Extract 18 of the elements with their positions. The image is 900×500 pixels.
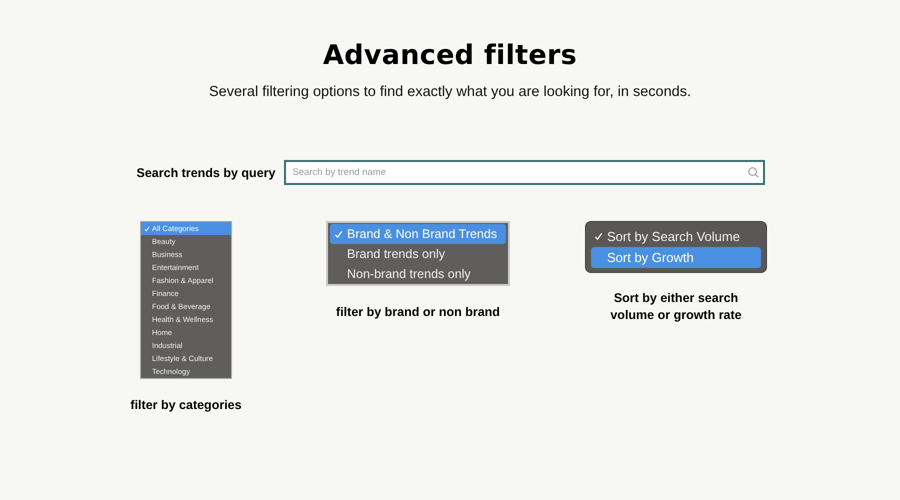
menu-item[interactable]: Sort by Growth bbox=[591, 247, 761, 268]
item-label: Sort by Search Volume bbox=[607, 229, 740, 244]
page-title: Advanced filters bbox=[323, 39, 577, 73]
menu-item[interactable]: Brand & Non Brand Trends bbox=[330, 224, 506, 244]
menu-item[interactable]: Sort by Search Volume bbox=[591, 226, 761, 247]
menu-item[interactable]: Brand trends only bbox=[330, 244, 506, 264]
search-icon[interactable] bbox=[748, 167, 760, 178]
menu-item[interactable]: Non-brand trends only bbox=[330, 264, 506, 284]
item-label: Brand & Non Brand Trends bbox=[347, 227, 498, 241]
search-field[interactable]: Search by trend name bbox=[284, 160, 766, 185]
search-label: Search trends by query bbox=[136, 166, 276, 180]
page-subtitle: Several filtering options to find exactly what you are looking for, in seconds. bbox=[209, 83, 691, 102]
menu-caption: filter by brand or non brand bbox=[336, 304, 500, 321]
item-label: Brand trends only bbox=[347, 247, 445, 261]
item-label: Sort by Growth bbox=[607, 250, 694, 265]
menu-caption: filter by categories bbox=[130, 397, 242, 414]
item-label: Non-brand trends only bbox=[347, 267, 471, 281]
menu-caption: Sort by either search volume or growth rate bbox=[609, 290, 743, 324]
